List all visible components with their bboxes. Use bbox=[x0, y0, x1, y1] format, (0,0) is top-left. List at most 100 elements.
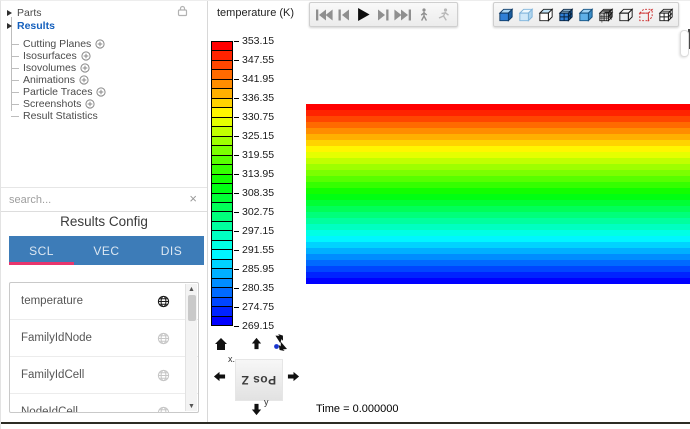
tree-item-cutting-planes[interactable]: Cutting Planes bbox=[1, 38, 207, 50]
tree-item-label: Results bbox=[17, 20, 55, 32]
legend-tick-label: 336.35 bbox=[242, 92, 275, 104]
globe-icon[interactable] bbox=[157, 332, 170, 345]
time-readout: Time = 0.000000 bbox=[316, 403, 399, 415]
render-mode-wireframe-icon[interactable] bbox=[616, 4, 635, 25]
tree-item-label: Screenshots bbox=[23, 98, 82, 110]
tree-branch-line bbox=[11, 79, 19, 81]
legend-tick-label: 319.55 bbox=[242, 149, 275, 161]
legend-tick bbox=[234, 155, 239, 156]
render-mode-shaded-transparent-icon[interactable] bbox=[517, 4, 536, 25]
render-viewport[interactable] bbox=[306, 104, 690, 284]
render-mode-hidden-line-icon[interactable] bbox=[537, 4, 556, 25]
active-tab-underline bbox=[9, 262, 74, 265]
lock-icon[interactable] bbox=[177, 4, 188, 22]
run-animate-button[interactable] bbox=[434, 4, 452, 25]
render-mode-shaded-icon[interactable] bbox=[497, 4, 516, 25]
variable-list-scrollbar[interactable]: ▲ ▼ bbox=[185, 284, 197, 411]
tree-item-result-statistics[interactable]: Result Statistics bbox=[1, 110, 207, 122]
render-mode-shaded-mesh-icon[interactable] bbox=[557, 4, 576, 25]
variable-name: FamilyIdCell bbox=[21, 369, 85, 381]
legend-tick bbox=[234, 269, 239, 270]
render-mode-toolbar bbox=[493, 2, 679, 27]
globe-icon[interactable] bbox=[157, 295, 170, 308]
viewport-scrollbar[interactable] bbox=[680, 30, 689, 57]
jump-to-start-button[interactable] bbox=[315, 4, 333, 25]
tree-branch-line bbox=[11, 43, 19, 45]
globe-icon[interactable] bbox=[157, 406, 170, 412]
pan-up-icon[interactable] bbox=[250, 337, 263, 350]
tree-item-particle-traces[interactable]: Particle Traces bbox=[1, 86, 207, 98]
legend-tick-label: 302.75 bbox=[242, 206, 275, 218]
scrollbar-thumb[interactable] bbox=[187, 295, 196, 321]
step-forward-button[interactable] bbox=[375, 4, 393, 25]
add-icon[interactable] bbox=[95, 39, 105, 49]
results-config-title: Results Config bbox=[60, 214, 148, 229]
legend-tick bbox=[234, 212, 239, 213]
legend-tick bbox=[234, 326, 239, 327]
rotate-view-icon[interactable] bbox=[268, 333, 292, 355]
tab-dis[interactable]: DIS bbox=[139, 236, 204, 265]
add-icon[interactable] bbox=[79, 75, 89, 85]
variable-row-temperature[interactable]: temperature bbox=[10, 283, 198, 320]
scroll-up-icon[interactable]: ▲ bbox=[186, 284, 197, 294]
legend-tick-label: 341.95 bbox=[242, 73, 275, 85]
axis-x-label: x. bbox=[228, 354, 236, 364]
variable-row-nodeidcell[interactable]: NodeIdCell bbox=[10, 394, 198, 412]
tree-item-isovolumes[interactable]: Isovolumes bbox=[1, 62, 207, 74]
tree-item-animations[interactable]: Animations bbox=[1, 74, 207, 86]
add-icon[interactable] bbox=[96, 87, 107, 97]
legend-tick-label: 325.15 bbox=[242, 130, 275, 142]
add-icon[interactable] bbox=[81, 51, 91, 61]
play-button[interactable] bbox=[355, 4, 373, 25]
results-tree: Parts Results Cutting Planes Isosurfaces Iso… bbox=[1, 1, 207, 188]
home-view-icon[interactable] bbox=[214, 338, 228, 351]
pan-right-icon[interactable] bbox=[287, 370, 300, 383]
tree-branch-line bbox=[11, 103, 19, 105]
legend-tick-label: 269.15 bbox=[242, 320, 275, 332]
search-row: × bbox=[1, 188, 207, 212]
globe-icon[interactable] bbox=[157, 369, 170, 382]
walk-animate-button[interactable] bbox=[414, 4, 432, 25]
jump-to-end-button[interactable] bbox=[394, 4, 412, 25]
tree-item-isosurfaces[interactable]: Isosurfaces bbox=[1, 50, 207, 62]
add-icon[interactable] bbox=[80, 63, 90, 73]
expand-chevron-icon[interactable] bbox=[7, 23, 12, 29]
legend-tick bbox=[234, 136, 239, 137]
tree-branch-line bbox=[11, 115, 19, 117]
expand-chevron-icon[interactable] bbox=[7, 10, 12, 16]
variable-list: temperature FamilyIdNode FamilyIdCell NodeI… bbox=[9, 282, 199, 413]
legend-tick-label: 313.95 bbox=[242, 168, 275, 180]
tab-scl[interactable]: SCL bbox=[9, 236, 74, 265]
render-mode-mesh-coarse-icon[interactable] bbox=[656, 4, 675, 25]
add-icon[interactable] bbox=[85, 99, 95, 109]
pan-left-icon[interactable] bbox=[213, 370, 226, 383]
variable-row-familyidcell[interactable]: FamilyIdCell bbox=[10, 357, 198, 394]
playback-toolbar bbox=[309, 2, 458, 27]
pan-down-icon[interactable] bbox=[250, 403, 263, 416]
variable-name: FamilyIdNode bbox=[21, 332, 92, 344]
legend-tick bbox=[234, 231, 239, 232]
legend-tick bbox=[234, 117, 239, 118]
variable-row-familyidnode[interactable]: FamilyIdNode bbox=[10, 320, 198, 357]
pos-z-button[interactable]: Pos Z bbox=[235, 359, 283, 401]
scroll-down-icon[interactable]: ▼ bbox=[186, 401, 197, 411]
axis-y-label: y bbox=[264, 397, 269, 407]
render-mode-flat-shaded-icon[interactable] bbox=[577, 4, 596, 25]
tab-vec[interactable]: VEC bbox=[74, 236, 139, 265]
render-mode-mesh-fine-icon[interactable] bbox=[596, 4, 615, 25]
tree-item-screenshots[interactable]: Screenshots bbox=[1, 98, 207, 110]
legend-color-block bbox=[211, 315, 233, 327]
color-legend-bar bbox=[211, 41, 233, 327]
legend-tick bbox=[234, 174, 239, 175]
app-window: Parts Results Cutting Planes Isosurfaces Iso… bbox=[0, 0, 690, 429]
sidebar: Parts Results Cutting Planes Isosurfaces Iso… bbox=[1, 1, 208, 422]
clear-search-icon[interactable]: × bbox=[189, 191, 197, 207]
legend-tick-label: 353.15 bbox=[242, 35, 275, 47]
render-mode-points-dashed-icon[interactable] bbox=[636, 4, 655, 25]
tree-item-label: Isovolumes bbox=[23, 62, 77, 74]
legend-title: temperature (K) bbox=[217, 7, 295, 19]
tree-item-label: Particle Traces bbox=[23, 86, 93, 98]
step-back-button[interactable] bbox=[335, 4, 353, 25]
tree-item-label: Animations bbox=[23, 74, 75, 86]
search-input[interactable] bbox=[9, 190, 179, 210]
